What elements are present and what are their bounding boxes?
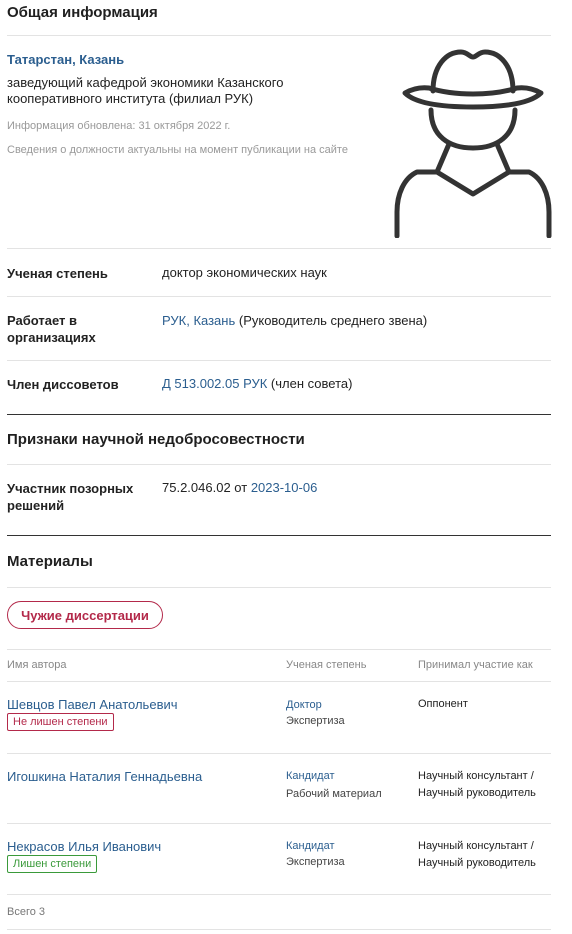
materials-title: Материалы [7,553,93,570]
material-type: Экспертиза [286,715,345,727]
decision-date-link[interactable]: 2023-10-06 [251,480,318,495]
participation-role: Научный консультант / Научный руководите… [418,770,536,799]
degree-link[interactable]: Доктор [286,699,322,711]
divider [7,360,551,361]
divider [7,464,551,465]
material-type: Экспертиза [286,856,345,868]
degree-link[interactable]: Кандидат [286,840,335,852]
material-type: Рабочий материал [286,788,382,800]
divider [7,587,551,588]
divider [7,35,551,36]
degree-link[interactable]: Кандидат [286,770,335,782]
position-note: Сведения о должности актуальны на момент… [7,144,348,156]
degree-value: доктор экономических наук [162,265,327,280]
divider [7,248,551,249]
author-link[interactable]: Игошкина Наталия Геннадьевна [7,769,202,784]
misconduct-title: Признаки научной недобросовестности [7,431,305,448]
location-link[interactable]: Татарстан, Казань [7,52,124,67]
works-value: РУК, Казань (Руководитель среднего звена… [162,313,428,328]
divider [7,823,551,824]
foreign-dissertations-tab[interactable]: Чужие диссертации [7,601,163,629]
section-divider [7,535,551,536]
divider [7,894,551,895]
misconduct-value: 75.2.046.02 от 2023-10-06 [162,480,318,495]
status-badge: Не лишен степени [7,713,114,731]
misconduct-label: Участник позорных решений [7,481,134,513]
col-degree[interactable]: Ученая степень [286,659,366,671]
col-author[interactable]: Имя автора [7,659,66,671]
participation-role: Оппонент [418,698,468,710]
council-value: Д 513.002.05 РУК (член совета) [162,376,353,391]
author-link[interactable]: Некрасов Илья Иванович [7,839,161,854]
divider [7,929,551,930]
updated-text: Информация обновлена: 31 октября 2022 г. [7,120,231,132]
council-link[interactable]: Д 513.002.05 РУК [162,376,267,391]
degree-label: Ученая степень [7,266,108,281]
section-divider [7,414,551,415]
col-role[interactable]: Принимал участие как [418,659,533,671]
participation-role: Научный консультант / Научный руководите… [418,840,536,869]
divider [7,296,551,297]
council-label: Член диссоветов [7,377,119,392]
author-link[interactable]: Шевцов Павел Анатольевич [7,697,178,712]
divider [7,753,551,754]
anonymous-hat-avatar-icon [394,49,552,238]
position-text: заведующий кафедрой экономики Казанского… [7,75,284,106]
general-info-title: Общая информация [7,4,158,21]
divider [7,649,551,650]
works-label: Работает в организациях [7,313,96,345]
total-count: Всего 3 [7,906,46,918]
organization-link[interactable]: РУК, Казань [162,313,235,328]
status-badge: Лишен степени [7,855,98,873]
divider [7,681,551,682]
